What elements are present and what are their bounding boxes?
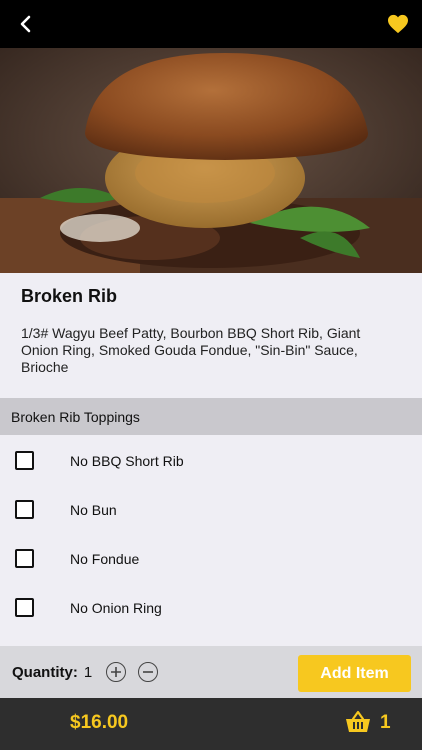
- checkbox[interactable]: [15, 549, 34, 568]
- topping-label: No Onion Ring: [70, 599, 162, 616]
- cart-button[interactable]: [345, 710, 371, 734]
- total-price: $16.00: [70, 712, 129, 733]
- basket-icon: [346, 710, 370, 732]
- item-description: 1/3# Wagyu Beef Patty, Bourbon BBQ Short…: [21, 325, 361, 375]
- bottom-bar: $16.00 1: [0, 698, 422, 750]
- topping-option[interactable]: No Bun: [0, 485, 422, 534]
- favorite-button[interactable]: [386, 12, 410, 36]
- toppings-list: No BBQ Short Rib No Bun No Fondue No Oni…: [0, 436, 422, 632]
- increase-quantity-button[interactable]: [106, 662, 127, 682]
- topping-label: No Bun: [70, 501, 117, 518]
- item-title: Broken Rib: [21, 286, 118, 306]
- top-bar: [0, 0, 422, 48]
- item-photo: [0, 48, 422, 273]
- quantity-bar: Quantity: 1 Add Item: [0, 646, 422, 698]
- decrease-quantity-button[interactable]: [138, 662, 159, 682]
- heart-icon: [388, 14, 408, 34]
- quantity-value: 1: [83, 663, 93, 681]
- topping-label: No Fondue: [70, 550, 140, 567]
- checkbox[interactable]: [15, 500, 34, 519]
- checkbox[interactable]: [15, 451, 34, 470]
- toppings-header: Broken Rib Toppings: [0, 398, 422, 435]
- chevron-left-icon: [20, 15, 31, 33]
- cart-count: 1: [380, 712, 391, 733]
- add-item-button[interactable]: Add Item: [298, 655, 411, 692]
- topping-option[interactable]: No Onion Ring: [0, 583, 422, 632]
- topping-option[interactable]: No BBQ Short Rib: [0, 436, 422, 485]
- quantity-label: Quantity:: [12, 663, 78, 681]
- plus-circle-icon: [111, 667, 122, 677]
- topping-option[interactable]: No Fondue: [0, 534, 422, 583]
- checkbox[interactable]: [15, 598, 34, 617]
- item-info: Broken Rib 1/3# Wagyu Beef Patty, Bourbo…: [0, 273, 422, 398]
- topping-label: No BBQ Short Rib: [70, 452, 184, 469]
- minus-circle-icon: [143, 671, 154, 673]
- back-button[interactable]: [14, 13, 36, 35]
